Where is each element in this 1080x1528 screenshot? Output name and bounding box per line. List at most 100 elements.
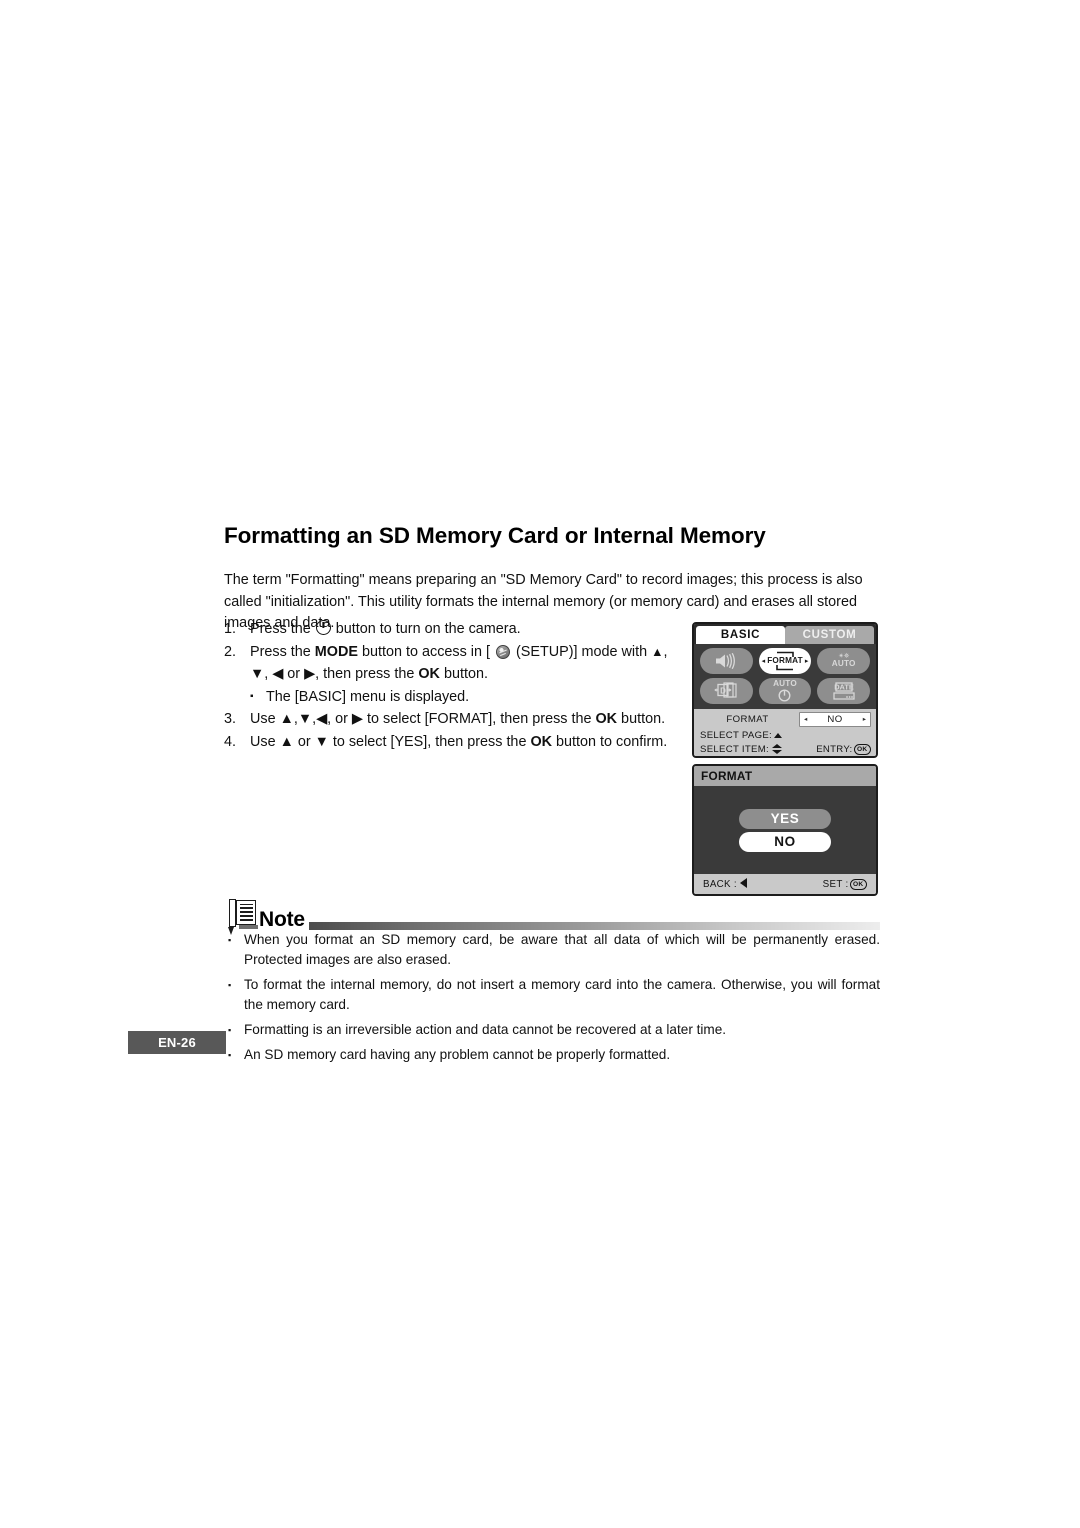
- lcd-icon-grid: ◂ FORMAT ▸ ✴✵ AUTO D AUTO DATE: [694, 644, 876, 709]
- note-item-1-text: When you format an SD memory card, be aw…: [244, 932, 880, 967]
- volume-icon: [716, 653, 736, 669]
- arrow-up-glyph: ▲: [651, 644, 664, 659]
- step-4-a: Use ▲ or ▼ to select [YES], then press t…: [250, 733, 531, 750]
- tile-format-label: FORMAT: [766, 655, 804, 666]
- select-page-label: SELECT PAGE:: [700, 729, 773, 741]
- entry-group: ENTRY: OK: [816, 743, 871, 755]
- step-2-number: 2.: [224, 643, 237, 660]
- note-item-2-text: To format the internal memory, do not in…: [244, 977, 880, 1012]
- step-3-b: button.: [617, 711, 666, 728]
- lcd-select-page-row: SELECT PAGE:: [700, 728, 871, 742]
- step-2-part1: Press the: [250, 643, 315, 660]
- tile-cursor-right-icon: ▸: [804, 658, 809, 665]
- substep-bullet-icon: ▪: [250, 690, 254, 702]
- confirm-dialog-title: FORMAT: [694, 766, 876, 786]
- back-hint-group: BACK :: [703, 878, 747, 890]
- set-hint-group: SET : OK: [822, 878, 867, 890]
- dpad-icon: [771, 743, 782, 754]
- note-bullet-list: ▪ When you format an SD memory card, be …: [228, 930, 880, 1070]
- lcd-select-item-row: SELECT ITEM: ENTRY: OK: [700, 742, 871, 756]
- substep-text: The [BASIC] menu is displayed.: [266, 688, 470, 705]
- step-2-part4: ,: [663, 643, 668, 660]
- tile-auto-power-off[interactable]: AUTO: [758, 678, 812, 704]
- step-1-text: Press the button to turn on the camera.: [250, 618, 680, 641]
- value-cursor-right-icon: ▸: [862, 716, 866, 723]
- step-1-number: 1.: [224, 621, 237, 637]
- digital-zoom-icon: D: [714, 682, 737, 698]
- tile-flash-auto-label: AUTO: [831, 659, 856, 669]
- set-label: SET :: [822, 878, 849, 890]
- step-3-text: Use ▲,▼,◀, or ▶ to select [FORMAT], then…: [250, 708, 680, 731]
- step-3-a: Use ▲,▼,◀, or ▶ to select [FORMAT], then…: [250, 711, 596, 728]
- note-item-3-text: Formatting is an irreversible action and…: [244, 1022, 727, 1037]
- step-2-substep: ▪ The [BASIC] menu is displayed.: [250, 686, 680, 709]
- step-3-number: 3.: [224, 711, 237, 728]
- lcd-tab-bar: BASIC CUSTOM: [694, 624, 876, 644]
- ok-keyword-4: OK: [530, 733, 553, 750]
- step-2-line2-b: button.: [439, 666, 488, 683]
- svg-text:DATE: DATE: [834, 682, 854, 691]
- note-item-3: ▪ Formatting is an irreversible action a…: [228, 1020, 880, 1040]
- mode-keyword: MODE: [314, 643, 358, 660]
- step-4-b: button to confirm.: [552, 733, 668, 750]
- ok-keyword-2: OK: [418, 666, 440, 683]
- step-1-post: button to turn on the camera.: [331, 621, 521, 637]
- tile-auto-power-off-label: AUTO: [773, 678, 797, 688]
- lcd-setting-label: FORMAT: [726, 713, 769, 725]
- step-1-pre: Press the: [250, 621, 315, 637]
- step-1: 1. Press the button to turn on the camer…: [224, 618, 680, 641]
- tile-flash-auto[interactable]: ✴✵ AUTO: [817, 648, 870, 674]
- step-2-text: Press the MODE button to access in [ (SE…: [250, 641, 680, 664]
- note-heading-label: Note: [259, 908, 305, 931]
- step-2: 2. Press the MODE button to access in [ …: [224, 641, 680, 664]
- tab-basic[interactable]: BASIC: [696, 626, 785, 644]
- note-item-2: ▪ To format the internal memory, do not …: [228, 975, 880, 1015]
- instruction-steps: 1. Press the button to turn on the camer…: [224, 618, 680, 754]
- step-2-part2: button to access in [: [357, 643, 494, 660]
- note-bullet-icon: ▪: [228, 935, 232, 945]
- note-item-4: ▪ An SD memory card having any problem c…: [228, 1045, 880, 1065]
- page-title: Formatting an SD Memory Card or Internal…: [224, 523, 766, 549]
- tile-cursor-left-icon: ◂: [761, 658, 766, 665]
- page-number-badge: EN-26: [128, 1031, 226, 1054]
- step-2-line2-text: ▼, ◀ or ▶, then press the OK button.: [250, 663, 680, 686]
- tile-digital-zoom[interactable]: D: [700, 678, 753, 704]
- set-ok-badge-icon: OK: [849, 878, 867, 890]
- power-button-icon: [315, 620, 331, 635]
- note-bullet-icon: ▪: [228, 1025, 232, 1035]
- step-2-line2-a: ▼, ◀ or ▶, then press the: [250, 666, 419, 683]
- step-2-line2: ▼, ◀ or ▶, then press the OK button.: [224, 663, 680, 686]
- camera-lcd-format-confirm: FORMAT YES NO BACK : SET : OK: [692, 764, 878, 896]
- camera-lcd-basic-menu: BASIC CUSTOM ◂ FORMAT ▸ ✴✵ AUTO D AUTO D…: [692, 622, 878, 758]
- ok-keyword-3: OK: [595, 711, 618, 728]
- choice-yes[interactable]: YES: [739, 808, 831, 829]
- date-stamp-icon: DATE: [833, 681, 855, 700]
- choice-no[interactable]: NO: [739, 831, 831, 852]
- svg-text:D: D: [720, 686, 726, 695]
- lcd-setting-value: NO: [827, 713, 843, 725]
- note-divider-rule: [308, 922, 880, 930]
- tile-format[interactable]: ◂ FORMAT ▸: [758, 648, 812, 674]
- triangle-left-icon: [739, 878, 747, 888]
- tile-date-stamp[interactable]: DATE: [817, 678, 870, 704]
- lcd-setting-value-box[interactable]: ◂ NO ▸: [799, 711, 871, 727]
- step-4-number: 4.: [224, 733, 237, 750]
- setup-mode-icon: [495, 644, 510, 659]
- tab-custom[interactable]: CUSTOM: [785, 626, 874, 644]
- confirm-dialog-body: YES NO: [694, 786, 876, 874]
- step-3: 3. Use ▲,▼,◀, or ▶ to select [FORMAT], t…: [224, 708, 680, 731]
- step-4-text: Use ▲ or ▼ to select [YES], then press t…: [250, 731, 680, 754]
- note-pen-paper-icon: [228, 898, 258, 935]
- step-2-part3: (SETUP)] mode with: [511, 643, 652, 660]
- note-bullet-icon: ▪: [228, 980, 232, 990]
- select-item-group: SELECT ITEM:: [700, 743, 782, 755]
- lcd-setting-row: FORMAT ◂ NO ▸: [700, 711, 871, 727]
- triangle-up-icon: [774, 732, 783, 738]
- select-item-label: SELECT ITEM:: [700, 744, 769, 755]
- tile-volume[interactable]: [700, 648, 753, 674]
- back-label: BACK :: [703, 879, 737, 890]
- document-page: Formatting an SD Memory Card or Internal…: [0, 0, 1080, 1528]
- lcd-info-panel: FORMAT ◂ NO ▸ SELECT PAGE: SELECT ITEM: …: [694, 709, 876, 756]
- note-item-1: ▪ When you format an SD memory card, be …: [228, 930, 880, 970]
- note-bullet-icon: ▪: [228, 1050, 232, 1060]
